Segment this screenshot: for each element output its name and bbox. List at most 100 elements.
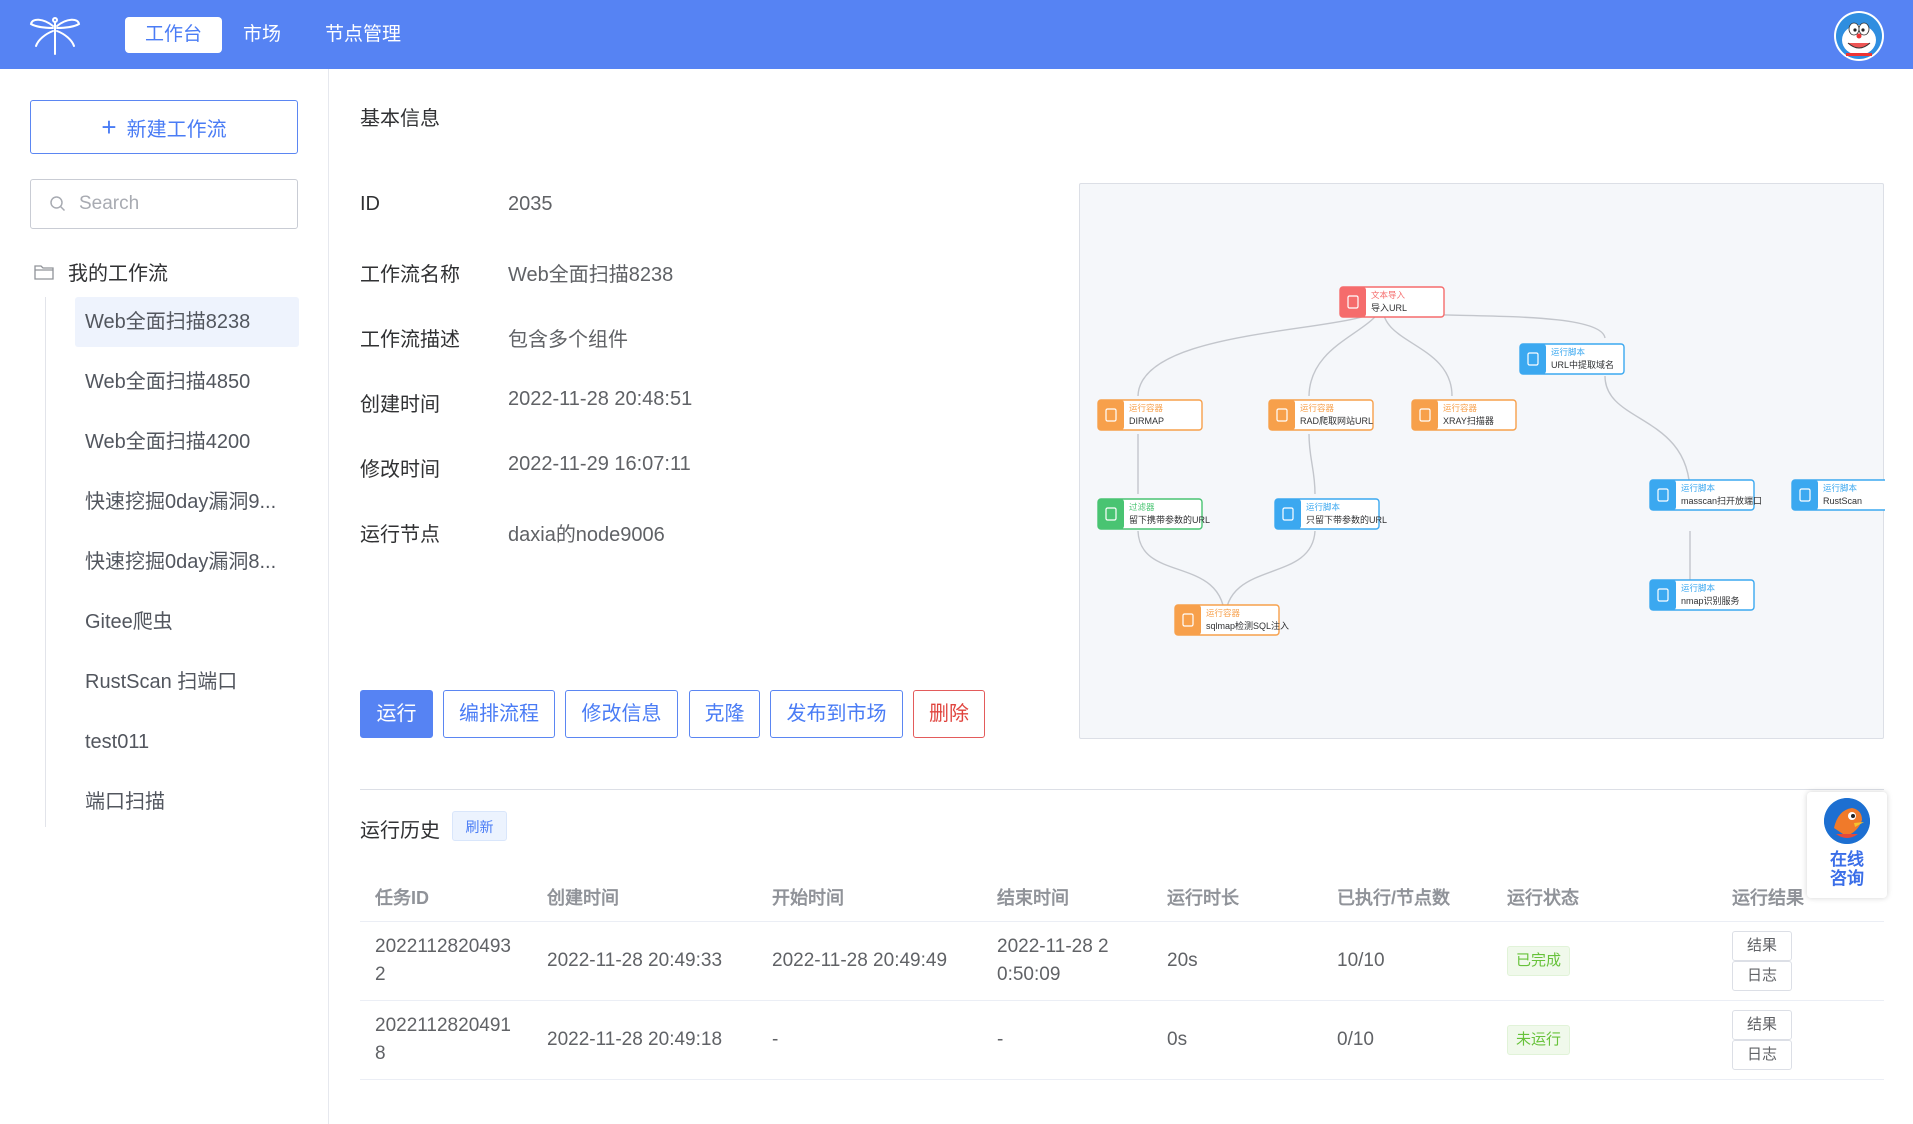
- clone-button[interactable]: 克隆: [689, 690, 760, 738]
- workflow-diagram-canvas: 文本导入导入URL 运行脚本 URL中提取域名运行容器 DIRMAP 运行容器 RAD爬取…: [1097, 286, 1897, 636]
- task-id-text: 20221128204918: [375, 1015, 511, 1064]
- cell-start: 2022-11-28 20:49:49: [757, 921, 982, 1001]
- user-avatar[interactable]: [1834, 11, 1884, 61]
- section-divider: [360, 789, 1884, 790]
- refresh-button[interactable]: 刷新: [452, 811, 507, 841]
- workflow-item[interactable]: test011: [75, 717, 299, 767]
- run-button[interactable]: 运行: [360, 690, 433, 738]
- workflow-item[interactable]: 快速挖掘0day漏洞9...: [75, 477, 299, 527]
- cell-task-id: 20221128204918: [360, 1000, 532, 1080]
- workflow-item[interactable]: 端口扫描: [75, 777, 299, 827]
- flow-node-icon: [1098, 400, 1124, 430]
- col-header-start: 开始时间: [757, 873, 982, 922]
- result-button[interactable]: 结果: [1732, 931, 1792, 961]
- result-button[interactable]: 结果: [1732, 1010, 1792, 1040]
- flow-node-type: 运行容器: [1206, 608, 1241, 618]
- cell-status: 未运行: [1492, 1000, 1717, 1080]
- nav-tab-market[interactable]: 市场: [223, 17, 301, 53]
- flow-node[interactable]: 运行容器 RAD爬取网站URL: [1268, 399, 1374, 431]
- consult-label: 在线 咨询: [1807, 850, 1887, 888]
- cell-created: 2022-11-28 20:49:33: [532, 921, 757, 1001]
- folder-icon: [34, 264, 54, 280]
- flow-node[interactable]: 运行脚本 URL中提取域名: [1519, 343, 1625, 375]
- flow-node-type: 过滤器: [1129, 502, 1155, 512]
- cell-progress: 10/10: [1322, 921, 1492, 1001]
- table-row: 20221128204918 2022-11-28 20:49:18 - - 0…: [360, 1000, 1884, 1080]
- flow-node-type: 运行脚本: [1681, 583, 1716, 593]
- flow-node-icon: [1098, 499, 1124, 529]
- cell-status: 已完成: [1492, 921, 1717, 1001]
- log-button[interactable]: 日志: [1732, 961, 1792, 991]
- flow-edge: [1137, 305, 1384, 397]
- info-value-node: daxia的node9006: [508, 524, 665, 546]
- flow-node-icon: [1340, 287, 1366, 317]
- cell-created: 2022-11-28 20:49:18: [532, 1000, 757, 1080]
- flow-node-type: 运行容器: [1443, 403, 1478, 413]
- nav-tab-node-management[interactable]: 节点管理: [305, 17, 421, 53]
- flow-node[interactable]: 运行脚本只留下带参数的URL: [1274, 498, 1387, 530]
- delete-button[interactable]: 删除: [913, 690, 985, 738]
- info-value-id: 2035: [508, 193, 553, 215]
- flow-edge: [1308, 305, 1384, 397]
- new-workflow-button[interactable]: + 新建工作流: [30, 100, 298, 154]
- col-header-progress: 已执行/节点数: [1322, 873, 1492, 922]
- dragonfly-logo-icon[interactable]: [28, 14, 82, 56]
- run-history-table: 任务ID 创建时间 开始时间 结束时间 运行时长 已执行/节点数 运行状态 运行…: [360, 873, 1884, 1080]
- publish-to-market-button[interactable]: 发布到市场: [770, 690, 903, 738]
- online-consult-widget[interactable]: 在线 咨询: [1807, 792, 1887, 898]
- workflow-item[interactable]: Web全面扫描4200: [75, 417, 299, 467]
- table-row: 20221128204932 2022-11-28 20:49:33 2022-…: [360, 921, 1884, 1001]
- flow-node-icon: [1650, 580, 1676, 610]
- folder-label: 我的工作流: [68, 263, 168, 285]
- flow-node-icon: [1275, 499, 1301, 529]
- new-workflow-label: 新建工作流: [126, 118, 227, 141]
- search-input[interactable]: [77, 192, 281, 216]
- flow-node-type: 运行容器: [1129, 403, 1164, 413]
- flow-node[interactable]: 运行容器 XRAY扫描器: [1411, 399, 1517, 431]
- plus-icon: +: [101, 112, 117, 142]
- workflow-item[interactable]: Web全面扫描8238: [75, 297, 299, 347]
- flow-node[interactable]: 运行容器 sqlmap检测SQL注入: [1174, 604, 1289, 636]
- basic-info-title: 基本信息: [360, 108, 440, 130]
- cell-task-id: 20221128204932: [360, 921, 532, 1001]
- status-badge: 已完成: [1507, 946, 1571, 976]
- cell-duration: 0s: [1152, 1000, 1322, 1080]
- info-value-name: Web全面扫描8238: [508, 264, 674, 286]
- run-history-title: 运行历史: [360, 820, 440, 842]
- flow-node-icon: [1412, 400, 1438, 430]
- flow-node-type: 运行脚本: [1551, 347, 1586, 357]
- flow-node[interactable]: 过滤器留下携带参数的URL: [1097, 498, 1210, 530]
- folder-my-workflows[interactable]: 我的工作流: [34, 257, 168, 286]
- flow-node[interactable]: 运行脚本 RustScan: [1791, 479, 1897, 511]
- info-label-modified: 修改时间: [360, 459, 440, 481]
- workflow-item[interactable]: RustScan 扫端口: [75, 657, 299, 707]
- flow-node[interactable]: 运行容器 DIRMAP: [1097, 399, 1203, 431]
- flow-node[interactable]: 运行脚本 nmap识别服务: [1649, 579, 1755, 611]
- info-label-id: ID: [360, 193, 380, 215]
- workflow-item[interactable]: Web全面扫描4850: [75, 357, 299, 407]
- nav-tab-workbench[interactable]: 工作台: [125, 17, 223, 53]
- workflow-item[interactable]: Gitee爬虫: [75, 597, 299, 647]
- info-label-created: 创建时间: [360, 394, 440, 416]
- flow-node-icon: [1269, 400, 1295, 430]
- workflow-diagram[interactable]: 文本导入 导入URL 运行脚本 URL中提取域名运行容器 DIRMAP 运行容器 RAD爬取…: [1079, 183, 1897, 739]
- flow-node-name: nmap识别服务: [1681, 595, 1740, 606]
- flow-node[interactable]: 运行脚本 masscan扫开放端口: [1649, 479, 1762, 511]
- workflow-item[interactable]: 快速挖掘0day漏洞8...: [75, 537, 299, 587]
- edit-info-button[interactable]: 修改信息: [565, 690, 678, 738]
- end-time-text: 2022-11-28 20:50:09: [997, 936, 1109, 985]
- flow-node[interactable]: 文本导入导入URL: [1339, 286, 1445, 318]
- search-box: [30, 179, 298, 229]
- flow-edge: [1382, 305, 1453, 397]
- edit-flow-button[interactable]: 编排流程: [443, 690, 555, 738]
- info-value-modified: 2022-11-29 16:07:11: [508, 453, 691, 475]
- flow-node-type: 运行脚本: [1306, 502, 1341, 512]
- info-label-node: 运行节点: [360, 524, 440, 546]
- log-button[interactable]: 日志: [1732, 1040, 1792, 1070]
- flow-edge: [1604, 375, 1691, 495]
- info-label-name: 工作流名称: [360, 264, 460, 286]
- info-value-created: 2022-11-28 20:48:51: [508, 388, 693, 410]
- flow-node-name: 导入URL: [1371, 303, 1407, 313]
- flow-node-name: XRAY扫描器: [1443, 415, 1494, 426]
- doraemon-avatar-icon: [1836, 13, 1882, 59]
